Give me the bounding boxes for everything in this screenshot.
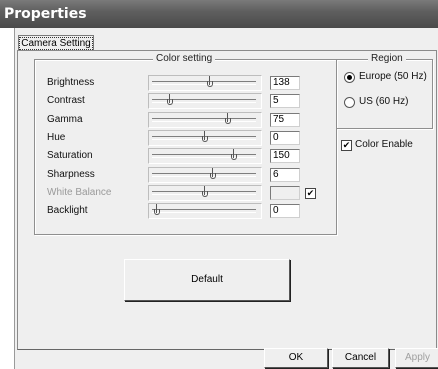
slider-track[interactable] (152, 81, 256, 85)
slider-value-field[interactable] (270, 186, 300, 200)
slider-thumb[interactable] (202, 186, 208, 197)
slider-value-field[interactable]: 150 (270, 149, 300, 163)
apply-button[interactable]: Apply (395, 348, 438, 368)
cancel-button[interactable]: Cancel (332, 348, 389, 368)
slider-track[interactable] (152, 154, 256, 158)
properties-window: Properties Camera Setting Color setting … (0, 0, 438, 369)
slider-thumb[interactable] (154, 204, 160, 215)
slider-value-field[interactable]: 5 (270, 94, 300, 108)
window-title: Properties (4, 6, 87, 22)
region-legend: Region (368, 53, 406, 64)
slider-label: Sharpness (47, 169, 95, 180)
ok-button[interactable]: OK (264, 348, 328, 368)
radio-europe-50hz-label[interactable]: Europe (50 Hz) (359, 71, 427, 82)
slider-thumb[interactable] (202, 131, 208, 142)
slider-thumb[interactable] (210, 168, 216, 179)
slider-label: Brightness (47, 77, 95, 88)
slider-thumb[interactable] (207, 76, 213, 87)
slider-label: White Balance (47, 187, 112, 198)
radio-selected-dot (347, 75, 352, 80)
slider-label: Saturation (47, 150, 93, 161)
color-enable-checkbox[interactable]: ✔ (341, 140, 352, 151)
slider-value-field[interactable]: 0 (270, 131, 300, 145)
region-group: Region (336, 53, 433, 129)
color-setting-legend: Color setting (153, 53, 216, 64)
slider-label: Contrast (47, 95, 85, 106)
white-balance-auto-checkbox[interactable]: ✔ (305, 188, 316, 199)
radio-europe-50hz[interactable] (344, 72, 355, 83)
slider-track[interactable] (152, 209, 256, 213)
tab-camera-setting-label: Camera Setting (19, 37, 93, 50)
slider-label: Gamma (47, 114, 83, 125)
slider-value-field[interactable]: 75 (270, 113, 300, 127)
slider-track[interactable] (152, 118, 256, 122)
title-bar[interactable]: Properties (0, 0, 438, 28)
tab-camera-setting[interactable]: Camera Setting (18, 35, 94, 51)
radio-us-60hz-label[interactable]: US (60 Hz) (359, 96, 408, 107)
slider-label: Backlight (47, 205, 88, 216)
color-enable-label[interactable]: Color Enable (355, 139, 413, 150)
slider-track[interactable] (152, 173, 256, 177)
radio-us-60hz[interactable] (344, 97, 355, 108)
slider-label: Hue (47, 132, 66, 143)
slider-value-field[interactable]: 0 (270, 204, 300, 218)
slider-thumb[interactable] (167, 94, 173, 105)
slider-thumb[interactable] (231, 149, 237, 160)
slider-value-field[interactable]: 138 (270, 76, 300, 90)
slider-value-field[interactable]: 6 (270, 168, 300, 182)
slider-thumb[interactable] (225, 113, 231, 124)
camera-setting-panel: Color setting Region Europe (50 Hz) US (… (17, 50, 437, 350)
default-button[interactable]: Default (124, 259, 290, 301)
